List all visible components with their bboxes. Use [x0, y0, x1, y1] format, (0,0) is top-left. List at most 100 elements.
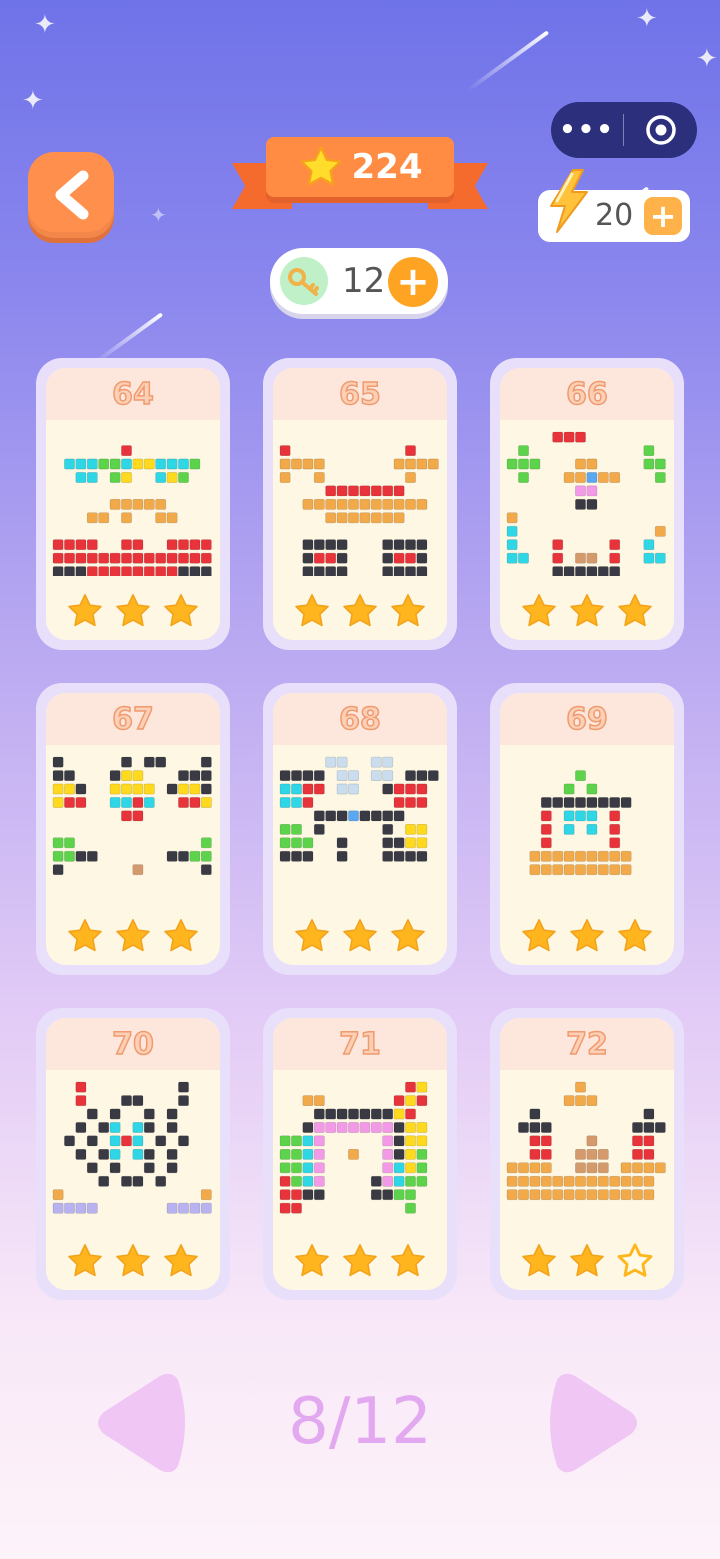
- preview-block: [121, 539, 132, 551]
- preview-block: [427, 458, 439, 470]
- close-target-button[interactable]: [624, 113, 697, 147]
- preview-block: [506, 525, 518, 537]
- add-energy-button[interactable]: +: [644, 197, 682, 235]
- preview-block: [52, 539, 64, 551]
- add-keys-button[interactable]: +: [388, 257, 438, 307]
- level-card-header: 69: [500, 693, 674, 745]
- preview-block: [325, 566, 337, 577]
- preview-block: [313, 1135, 325, 1147]
- preview-block: [405, 1108, 416, 1120]
- preview-block: [52, 566, 64, 577]
- preview-block: [200, 1202, 212, 1214]
- preview-block: [597, 1149, 609, 1160]
- star-filled-icon: [391, 594, 425, 627]
- preview-block: [348, 810, 359, 822]
- preview-block: [393, 485, 405, 497]
- previous-page-button[interactable]: [92, 1372, 192, 1474]
- level-preview: [50, 1076, 216, 1226]
- preview-block: [563, 850, 575, 862]
- preview-block: [393, 797, 405, 808]
- preview-block: [405, 797, 416, 808]
- preview-block: [518, 472, 529, 483]
- preview-block: [609, 837, 621, 849]
- preview-block: [643, 1149, 655, 1160]
- preview-block: [575, 1149, 586, 1160]
- preview-block: [109, 566, 121, 577]
- preview-block: [563, 472, 575, 483]
- preview-block: [86, 472, 98, 483]
- next-page-button[interactable]: [543, 1372, 643, 1474]
- preview-block: [313, 1095, 325, 1106]
- preview-block: [75, 1095, 87, 1106]
- preview-block: [632, 1149, 643, 1160]
- preview-block: [121, 552, 132, 564]
- preview-block: [166, 512, 178, 524]
- level-card[interactable]: 68: [263, 683, 457, 975]
- preview-block: [132, 770, 144, 781]
- level-number: 64: [111, 376, 154, 413]
- level-card[interactable]: 72: [490, 1008, 684, 1300]
- preview-block: [416, 1095, 428, 1106]
- preview-block: [279, 783, 291, 795]
- preview-block: [336, 783, 348, 795]
- level-card[interactable]: 65: [263, 358, 457, 650]
- preview-block: [98, 552, 110, 564]
- preview-block: [416, 1122, 428, 1133]
- sparkle-decoration: ✦: [22, 86, 44, 116]
- preview-block: [200, 864, 212, 876]
- preview-block: [166, 1149, 178, 1160]
- preview-block: [291, 1202, 302, 1214]
- level-card-header: 70: [46, 1018, 220, 1070]
- more-menu-button[interactable]: •••: [551, 115, 623, 145]
- preview-block: [75, 472, 87, 483]
- preview-block: [75, 1149, 87, 1160]
- level-preview-thumbnail: [279, 1081, 428, 1214]
- preview-block: [529, 864, 541, 876]
- preview-block: [178, 1202, 189, 1214]
- level-card[interactable]: 64: [36, 358, 230, 650]
- preview-block: [586, 499, 598, 510]
- star-filled-icon: [116, 1244, 150, 1277]
- level-star-rating: [273, 592, 447, 630]
- star-filled-icon: [68, 594, 102, 627]
- preview-block: [632, 1135, 643, 1147]
- star-filled-icon: [522, 1244, 556, 1277]
- level-star-rating: [46, 1242, 220, 1280]
- star-filled-icon: [391, 919, 425, 952]
- preview-block: [654, 1162, 666, 1174]
- level-preview: [504, 1076, 670, 1226]
- star-filled-icon: [570, 594, 604, 627]
- preview-block: [302, 837, 314, 849]
- preview-block: [393, 512, 405, 524]
- preview-block: [540, 810, 552, 822]
- preview-block: [132, 1122, 144, 1133]
- preview-block: [132, 864, 144, 876]
- preview-block: [86, 458, 98, 470]
- preview-block: [302, 1189, 314, 1201]
- level-card[interactable]: 67: [36, 683, 230, 975]
- preview-block: [540, 1175, 552, 1187]
- level-card[interactable]: 71: [263, 1008, 457, 1300]
- star-filled-icon: [116, 919, 150, 952]
- preview-block: [64, 552, 75, 564]
- preview-block: [121, 810, 132, 822]
- preview-block: [166, 458, 178, 470]
- level-card[interactable]: 70: [36, 1008, 230, 1300]
- preview-block: [416, 1135, 428, 1147]
- preview-block: [609, 1189, 621, 1201]
- back-button[interactable]: [28, 152, 114, 238]
- level-number: 69: [565, 701, 608, 738]
- level-card[interactable]: 66: [490, 358, 684, 650]
- preview-block: [563, 797, 575, 808]
- preview-block: [86, 566, 98, 577]
- preview-block: [540, 1162, 552, 1174]
- level-card-inner: 67: [46, 693, 220, 965]
- key-icon: [280, 257, 328, 305]
- mini-program-capsule: •••: [551, 102, 697, 158]
- level-number: 65: [338, 376, 381, 413]
- level-card[interactable]: 69: [490, 683, 684, 975]
- preview-block: [405, 783, 416, 795]
- level-preview-thumbnail: [506, 1081, 666, 1201]
- level-preview-thumbnail: [279, 445, 439, 577]
- preview-block: [313, 824, 325, 835]
